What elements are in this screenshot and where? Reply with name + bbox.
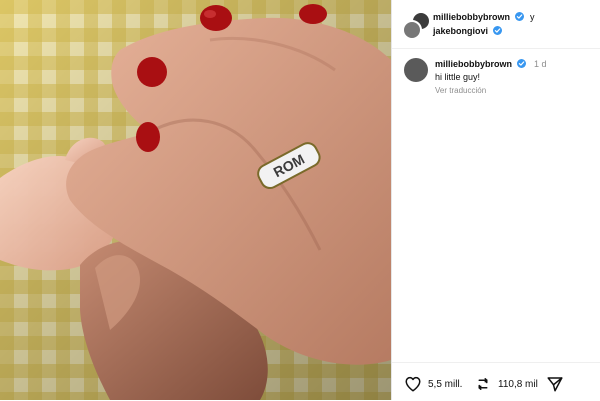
- collab-avatars[interactable]: [402, 11, 431, 40]
- verified-icon: [492, 26, 502, 35]
- comment-text: hi little guy!: [435, 72, 481, 82]
- share-button[interactable]: [546, 375, 570, 393]
- like-count: 5,5 mill.: [428, 378, 463, 390]
- nail-2: [137, 57, 167, 87]
- repost-button[interactable]: 110,8 mil: [474, 375, 538, 393]
- post-actions-bar: 5,5 mill. 110,8 mil: [392, 362, 600, 401]
- repost-count: 110,8 mil: [498, 378, 538, 390]
- authors-conjunction: y: [530, 12, 535, 22]
- like-button[interactable]: 5,5 mill.: [404, 375, 462, 393]
- repost-icon: [478, 378, 488, 390]
- author-1-link[interactable]: milliebobbybrown: [433, 12, 510, 22]
- nail-4: [299, 4, 327, 24]
- translate-link[interactable]: Ver traducción: [435, 85, 595, 97]
- comment-time: 1 d: [534, 59, 547, 69]
- heart-icon: [405, 376, 421, 392]
- avatar-2: [402, 20, 422, 40]
- comment-avatar[interactable]: [404, 58, 428, 82]
- send-icon: [547, 377, 563, 392]
- post-header: milliebobbybrown y jakebongiovi: [392, 0, 600, 49]
- post-details-panel: milliebobbybrown y jakebongiovi milliebo…: [391, 0, 600, 400]
- nail-3: [136, 122, 160, 152]
- comment-username[interactable]: milliebobbybrown: [435, 59, 512, 69]
- post-authors: milliebobbybrown y jakebongiovi: [433, 10, 535, 38]
- nail-1: [200, 5, 232, 31]
- nail-highlight: [204, 10, 216, 18]
- author-2-link[interactable]: jakebongiovi: [433, 26, 488, 36]
- post-photo: ROM: [0, 0, 391, 400]
- photo-illustration: ROM: [0, 0, 391, 400]
- verified-icon: [516, 59, 526, 68]
- verified-icon: [514, 12, 524, 21]
